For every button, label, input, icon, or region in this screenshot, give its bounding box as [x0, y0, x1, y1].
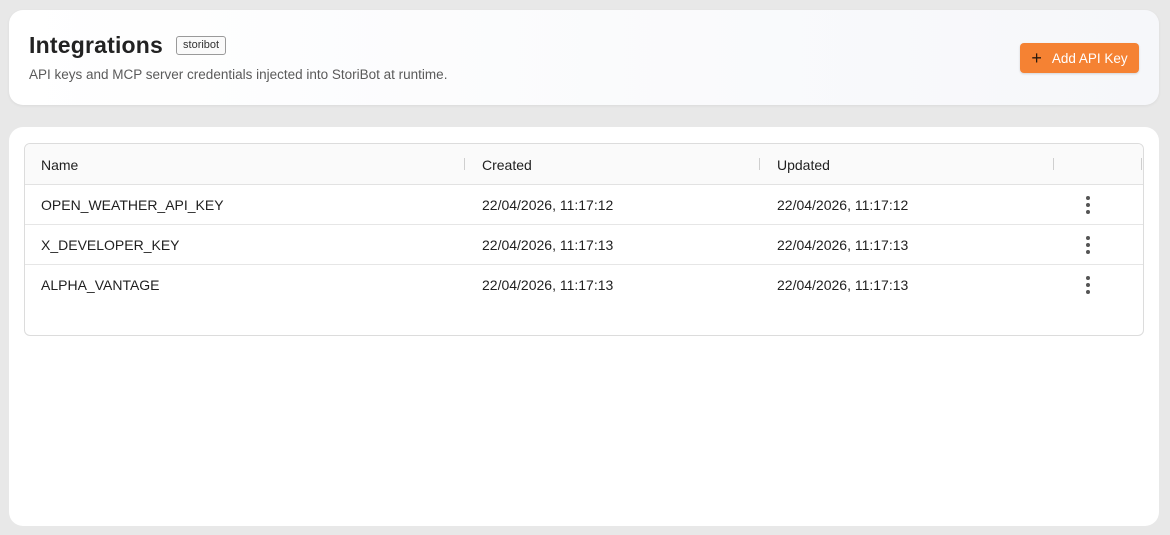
- page-header: Integrations storibot API keys and MCP s…: [9, 10, 1159, 105]
- page-title: Integrations: [29, 32, 164, 58]
- row-name: X_DEVELOPER_KEY: [41, 237, 180, 253]
- column-resize-handle[interactable]: [759, 158, 760, 170]
- more-vertical-icon: [1086, 196, 1090, 214]
- column-resize-handle[interactable]: [464, 158, 465, 170]
- row-updated: 22/04/2026, 11:17:13: [777, 277, 909, 293]
- plus-icon: +: [1031, 48, 1042, 68]
- row-name: OPEN_WEATHER_API_KEY: [41, 197, 224, 213]
- table-row[interactable]: ALPHA_VANTAGE 22/04/2026, 11:17:13 22/04…: [25, 265, 1143, 305]
- more-vertical-icon: [1086, 236, 1090, 254]
- row-updated: 22/04/2026, 11:17:12: [777, 197, 909, 213]
- column-resize-handle[interactable]: [1053, 158, 1054, 170]
- row-actions-button[interactable]: [1077, 185, 1099, 225]
- row-actions-button[interactable]: [1077, 265, 1099, 305]
- column-header-created[interactable]: Created: [482, 144, 532, 185]
- add-api-key-button[interactable]: + Add API Key: [1020, 43, 1139, 73]
- row-created: 22/04/2026, 11:17:12: [482, 197, 614, 213]
- add-api-key-label: Add API Key: [1051, 50, 1128, 66]
- column-header-name[interactable]: Name: [41, 144, 78, 185]
- column-resize-handle[interactable]: [1141, 158, 1142, 170]
- row-created: 22/04/2026, 11:17:13: [482, 277, 614, 293]
- title-row: Integrations storibot: [29, 32, 227, 59]
- row-name: ALPHA_VANTAGE: [41, 277, 160, 293]
- more-vertical-icon: [1086, 276, 1090, 294]
- row-created: 22/04/2026, 11:17:13: [482, 237, 614, 253]
- content-panel: Name Created Updated OPEN_WEATHER_API_KE…: [9, 127, 1159, 526]
- table-row[interactable]: X_DEVELOPER_KEY 22/04/2026, 11:17:13 22/…: [25, 225, 1143, 265]
- row-actions-button[interactable]: [1077, 225, 1099, 265]
- scope-badge: storibot: [176, 36, 227, 55]
- row-updated: 22/04/2026, 11:17:13: [777, 237, 909, 253]
- column-header-updated[interactable]: Updated: [777, 144, 830, 185]
- table-header: Name Created Updated: [25, 144, 1143, 185]
- page-subtitle: API keys and MCP server credentials inje…: [29, 67, 448, 82]
- table-row[interactable]: OPEN_WEATHER_API_KEY 22/04/2026, 11:17:1…: [25, 185, 1143, 225]
- api-keys-table: Name Created Updated OPEN_WEATHER_API_KE…: [24, 143, 1144, 336]
